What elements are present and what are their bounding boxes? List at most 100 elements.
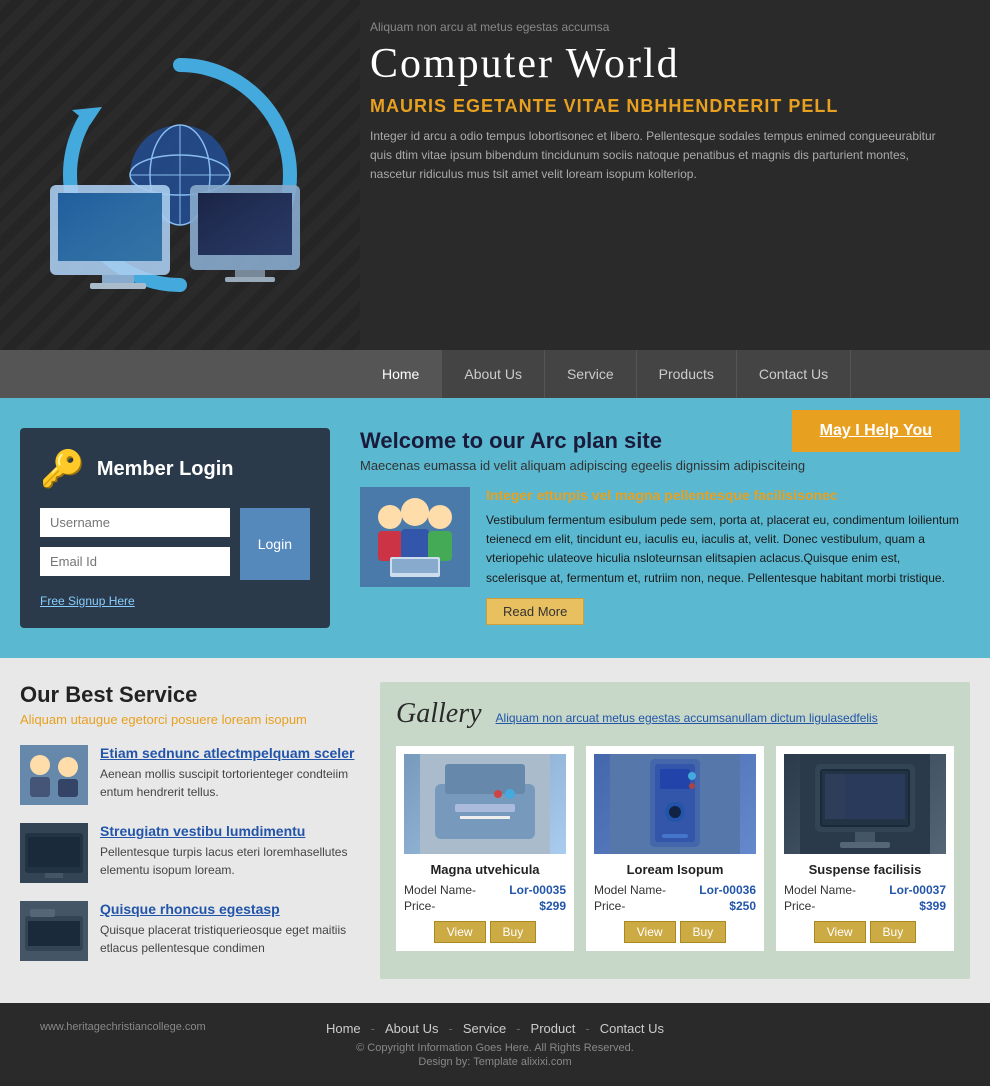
footer-link-service[interactable]: Service xyxy=(463,1021,506,1036)
welcome-text: Integer etturpis vel magna pellentesque … xyxy=(486,487,960,625)
gallery-header: Gallery Aliquam non arcuat metus egestas… xyxy=(396,698,954,730)
gallery-item-2: Loream Isopum Model Name- Lor-00036 Pric… xyxy=(586,746,764,951)
gallery-description[interactable]: Aliquam non arcuat metus egestas accumsa… xyxy=(496,711,878,725)
service-item-1: Etiam sednunc atlectmpelquam sceler Aene… xyxy=(20,745,360,805)
login-inputs xyxy=(40,508,230,586)
nav-item-service[interactable]: Service xyxy=(545,350,637,398)
gallery-model-value-1: Lor-00035 xyxy=(509,883,566,897)
gallery-model-label-1: Model Name- xyxy=(404,883,476,897)
gallery-model-label-3: Model Name- xyxy=(784,883,856,897)
services-section: Our Best Service Aliquam utaugue egetorc… xyxy=(20,682,360,979)
welcome-image xyxy=(360,487,470,587)
service-title-3[interactable]: Quisque rhoncus egestasp xyxy=(100,901,360,917)
service-thumb-3 xyxy=(20,901,88,961)
gallery-section: Gallery Aliquam non arcuat metus egestas… xyxy=(380,682,970,979)
login-form: Login xyxy=(40,508,310,586)
service-title-2[interactable]: Streugiatn vestibu lumdimentu xyxy=(100,823,360,839)
gallery-price-value-2: $250 xyxy=(729,899,756,913)
gallery-price-label-2: Price- xyxy=(594,899,625,913)
gallery-item-1: Magna utvehicula Model Name- Lor-00035 P… xyxy=(396,746,574,951)
login-title: Member Login xyxy=(97,458,234,481)
email-input[interactable] xyxy=(40,547,230,576)
footer: www.heritagechristiancollege.com Home - … xyxy=(0,1003,990,1086)
signup-link[interactable]: Free Signup Here xyxy=(40,594,310,608)
service-text-1: Etiam sednunc atlectmpelquam sceler Aene… xyxy=(100,745,360,801)
welcome-subtitle: Maecenas eumassa id velit aliquam adipis… xyxy=(360,458,960,473)
service-desc-3: Quisque placerat tristiquerieosque eget … xyxy=(100,921,360,957)
gallery-buttons-1: View Buy xyxy=(404,921,566,943)
nav-item-contact[interactable]: Contact Us xyxy=(737,350,851,398)
help-button[interactable]: May I Help You xyxy=(792,410,960,452)
gallery-buy-2[interactable]: Buy xyxy=(680,921,727,943)
service-text-2: Streugiatn vestibu lumdimentu Pellentesq… xyxy=(100,823,360,879)
gallery-price-3: Price- $399 xyxy=(784,899,946,913)
nav-items: Home About Us Service Products Contact U… xyxy=(360,350,990,398)
username-input[interactable] xyxy=(40,508,230,537)
gallery-item-3: Suspense facilisis Model Name- Lor-00037… xyxy=(776,746,954,951)
footer-link-about[interactable]: About Us xyxy=(385,1021,438,1036)
gallery-name-2: Loream Isopum xyxy=(594,862,756,877)
gallery-buy-3[interactable]: Buy xyxy=(870,921,917,943)
gallery-view-2[interactable]: View xyxy=(624,921,676,943)
service-thumb-1 xyxy=(20,745,88,805)
read-more-button[interactable]: Read More xyxy=(486,598,584,625)
gallery-model-value-3: Lor-00037 xyxy=(889,883,946,897)
gallery-view-1[interactable]: View xyxy=(434,921,486,943)
nav-spacer xyxy=(0,350,360,398)
nav-item-about[interactable]: About Us xyxy=(442,350,545,398)
gallery-price-1: Price- $299 xyxy=(404,899,566,913)
footer-website: www.heritagechristiancollege.com xyxy=(40,1021,206,1033)
header-logo xyxy=(0,0,360,350)
gallery-title: Gallery xyxy=(396,698,482,730)
gallery-image-1 xyxy=(404,754,566,854)
service-text-3: Quisque rhoncus egestasp Quisque placera… xyxy=(100,901,360,957)
gallery-price-value-3: $399 xyxy=(919,899,946,913)
nav-item-products[interactable]: Products xyxy=(637,350,737,398)
site-subtitle: Aliquam non arcu at metus egestas accums… xyxy=(370,20,960,34)
welcome-highlight: Integer etturpis vel magna pellentesque … xyxy=(486,487,960,503)
welcome-section: Welcome to our Arc plan site Maecenas eu… xyxy=(350,428,970,628)
login-button[interactable]: Login xyxy=(240,508,310,580)
footer-copyright: © Copyright Information Goes Here. All R… xyxy=(20,1042,970,1054)
gallery-buy-1[interactable]: Buy xyxy=(490,921,537,943)
login-header: 🔑 Member Login xyxy=(40,448,310,490)
gallery-price-label-3: Price- xyxy=(784,899,815,913)
gallery-model-value-2: Lor-00036 xyxy=(699,883,756,897)
navigation: Home About Us Service Products Contact U… xyxy=(0,350,990,398)
gallery-image-2 xyxy=(594,754,756,854)
site-description: Integer id arcu a odio tempus lobortison… xyxy=(370,127,950,185)
footer-link-product[interactable]: Product xyxy=(531,1021,576,1036)
gallery-model-2: Model Name- Lor-00036 xyxy=(594,883,756,897)
nav-item-home[interactable]: Home xyxy=(360,350,442,398)
site-tagline: MAURIS EGETANTE VITAE NBHHENDRERIT PELL xyxy=(370,96,960,117)
service-title-1[interactable]: Etiam sednunc atlectmpelquam sceler xyxy=(100,745,360,761)
header-content: Aliquam non arcu at metus egestas accums… xyxy=(360,0,990,350)
gallery-items: Magna utvehicula Model Name- Lor-00035 P… xyxy=(396,746,954,951)
gallery-model-label-2: Model Name- xyxy=(594,883,666,897)
gallery-price-label-1: Price- xyxy=(404,899,435,913)
service-thumb-2 xyxy=(20,823,88,883)
lower-section: Our Best Service Aliquam utaugue egetorc… xyxy=(0,658,990,1003)
welcome-body: Vestibulum fermentum esibulum pede sem, … xyxy=(486,511,960,588)
footer-link-contact[interactable]: Contact Us xyxy=(600,1021,664,1036)
gallery-model-1: Model Name- Lor-00035 xyxy=(404,883,566,897)
service-item-2: Streugiatn vestibu lumdimentu Pellentesq… xyxy=(20,823,360,883)
gallery-image-3 xyxy=(784,754,946,854)
gallery-buttons-2: View Buy xyxy=(594,921,756,943)
login-box: 🔑 Member Login Login Free Signup Here xyxy=(20,428,330,628)
gallery-price-2: Price- $250 xyxy=(594,899,756,913)
service-desc-1: Aenean mollis suscipit tortorienteger co… xyxy=(100,765,360,801)
gallery-buttons-3: View Buy xyxy=(784,921,946,943)
service-desc-2: Pellentesque turpis lacus eteri loremhas… xyxy=(100,843,360,879)
header: Aliquam non arcu at metus egestas accums… xyxy=(0,0,990,350)
logo-graphic xyxy=(20,35,340,315)
footer-link-home[interactable]: Home xyxy=(326,1021,361,1036)
gallery-view-3[interactable]: View xyxy=(814,921,866,943)
services-subtitle: Aliquam utaugue egetorci posuere loream … xyxy=(20,712,360,727)
gallery-name-1: Magna utvehicula xyxy=(404,862,566,877)
gallery-price-value-1: $299 xyxy=(539,899,566,913)
welcome-content: Integer etturpis vel magna pellentesque … xyxy=(360,487,960,625)
key-icon: 🔑 xyxy=(40,448,85,490)
gallery-name-3: Suspense facilisis xyxy=(784,862,946,877)
services-title: Our Best Service xyxy=(20,682,360,708)
